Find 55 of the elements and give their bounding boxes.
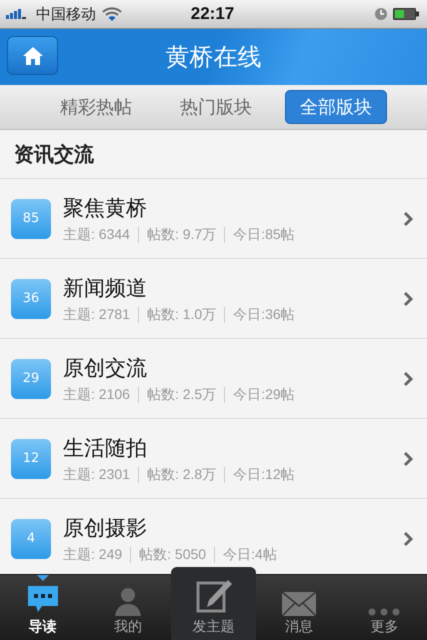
section-title: 资讯交流 bbox=[14, 140, 94, 168]
topic-count: 主题: 2106 bbox=[63, 386, 130, 404]
topic-count: 主题: 249 bbox=[63, 546, 122, 564]
tab-bar-item[interactable]: 更多 bbox=[342, 575, 427, 640]
clock-icon bbox=[374, 8, 387, 20]
app-title: 黄桥在线 bbox=[166, 42, 262, 73]
count-badge: 36 bbox=[11, 278, 51, 318]
chevron-icon bbox=[403, 210, 413, 226]
tab[interactable]: 精彩热帖 bbox=[45, 90, 147, 124]
today-count: 今日:29帖 bbox=[233, 386, 295, 404]
today-count: 今日:12帖 bbox=[233, 466, 295, 484]
forum-name: 原创交流 bbox=[63, 354, 148, 382]
post-count: 帖数: 2.5万 bbox=[146, 386, 216, 404]
chevron-icon bbox=[403, 370, 413, 386]
topic-count: 主题: 2301 bbox=[63, 466, 130, 484]
tab-bar-item[interactable]: 我的 bbox=[85, 575, 171, 640]
chevron-icon bbox=[403, 450, 413, 466]
clock-time: 22:17 bbox=[190, 4, 234, 24]
tab-bar-item[interactable]: 发主题 bbox=[170, 567, 256, 640]
count-badge: 4 bbox=[11, 518, 51, 558]
forum-name: 原创摄影 bbox=[63, 514, 148, 542]
topic-count: 主题: 2781 bbox=[63, 306, 130, 324]
more-icon bbox=[368, 608, 400, 616]
home-icon bbox=[22, 46, 42, 64]
today-count: 今日:4帖 bbox=[223, 546, 277, 564]
forum-name: 新闻频道 bbox=[63, 274, 148, 302]
home-button[interactable] bbox=[7, 36, 58, 75]
battery-icon bbox=[392, 8, 419, 20]
post-count: 帖数: 2.8万 bbox=[146, 466, 216, 484]
chevron-icon bbox=[403, 290, 413, 306]
count-badge: 85 bbox=[11, 198, 51, 238]
forum-row[interactable]: 29 原创交流 主题: 2106 帖数: 2.5万 今日:29帖 bbox=[0, 339, 427, 419]
chevron-icon bbox=[403, 530, 413, 546]
post-count: 帖数: 5050 bbox=[139, 546, 206, 564]
forum-name: 生活随拍 bbox=[63, 434, 148, 462]
post-count: 帖数: 9.7万 bbox=[146, 226, 216, 244]
tab-bar-item[interactable]: 导读 bbox=[0, 575, 86, 640]
selected-pointer-icon bbox=[36, 575, 49, 581]
tab-bar-item[interactable]: 消息 bbox=[256, 575, 342, 640]
today-count: 今日:36帖 bbox=[233, 306, 295, 324]
topic-count: 主题: 6344 bbox=[63, 226, 130, 244]
forum-name: 聚焦黄桥 bbox=[63, 194, 148, 222]
count-badge: 12 bbox=[11, 438, 51, 478]
envelope-icon bbox=[282, 592, 316, 616]
today-count: 今日:85帖 bbox=[233, 226, 295, 244]
forum-row[interactable]: 85 聚焦黄桥 主题: 6344 帖数: 9.7万 今日:85帖 bbox=[0, 179, 427, 259]
tab[interactable]: 热门版块 bbox=[165, 90, 267, 124]
carrier-name: 中国移动 bbox=[36, 4, 96, 24]
count-badge: 29 bbox=[11, 358, 51, 398]
forum-row[interactable]: 12 生活随拍 主题: 2301 帖数: 2.8万 今日:12帖 bbox=[0, 419, 427, 499]
tab[interactable]: 全部版块 bbox=[285, 90, 387, 124]
forum-row[interactable]: 36 新闻频道 主题: 2781 帖数: 1.0万 今日:36帖 bbox=[0, 259, 427, 339]
wifi-icon bbox=[102, 7, 122, 21]
post-count: 帖数: 1.0万 bbox=[146, 306, 216, 324]
person-icon bbox=[113, 586, 144, 616]
